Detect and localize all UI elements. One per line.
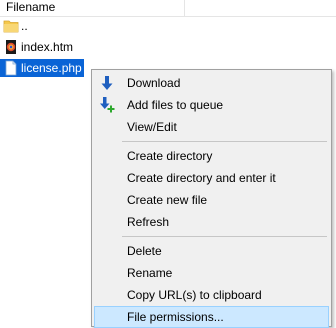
file-row-license[interactable]: license.php (0, 59, 84, 77)
menu-item-add-to-queue[interactable]: Add files to queue (94, 94, 329, 116)
file-name: license.php (21, 61, 82, 75)
menu-item-create-directory[interactable]: Create directory (94, 145, 329, 167)
menu-item-create-new-file[interactable]: Create new file (94, 189, 329, 211)
php-file-icon (3, 60, 19, 76)
menu-item-copy-urls[interactable]: Copy URL(s) to clipboard (94, 284, 329, 306)
download-arrow-icon (99, 75, 115, 91)
html-file-icon (3, 39, 19, 55)
add-to-queue-icon (99, 97, 115, 113)
menu-item-create-directory-enter[interactable]: Create directory and enter it (94, 167, 329, 189)
file-list-header: Filename (0, 0, 336, 17)
menu-item-file-permissions[interactable]: File permissions... (94, 306, 329, 328)
file-name: .. (21, 19, 28, 33)
column-divider[interactable] (184, 0, 185, 16)
folder-icon (3, 18, 19, 34)
file-name: index.htm (21, 40, 74, 54)
context-menu: Download Add files to queue View/Edit Cr… (91, 69, 332, 328)
menu-separator (122, 141, 327, 142)
menu-item-delete[interactable]: Delete (94, 240, 329, 262)
menu-item-rename[interactable]: Rename (94, 262, 329, 284)
menu-item-view-edit[interactable]: View/Edit (94, 116, 329, 138)
menu-item-refresh[interactable]: Refresh (94, 211, 329, 233)
filename-column-header[interactable]: Filename (6, 0, 55, 14)
menu-item-download[interactable]: Download (94, 72, 329, 94)
menu-separator (122, 236, 327, 237)
